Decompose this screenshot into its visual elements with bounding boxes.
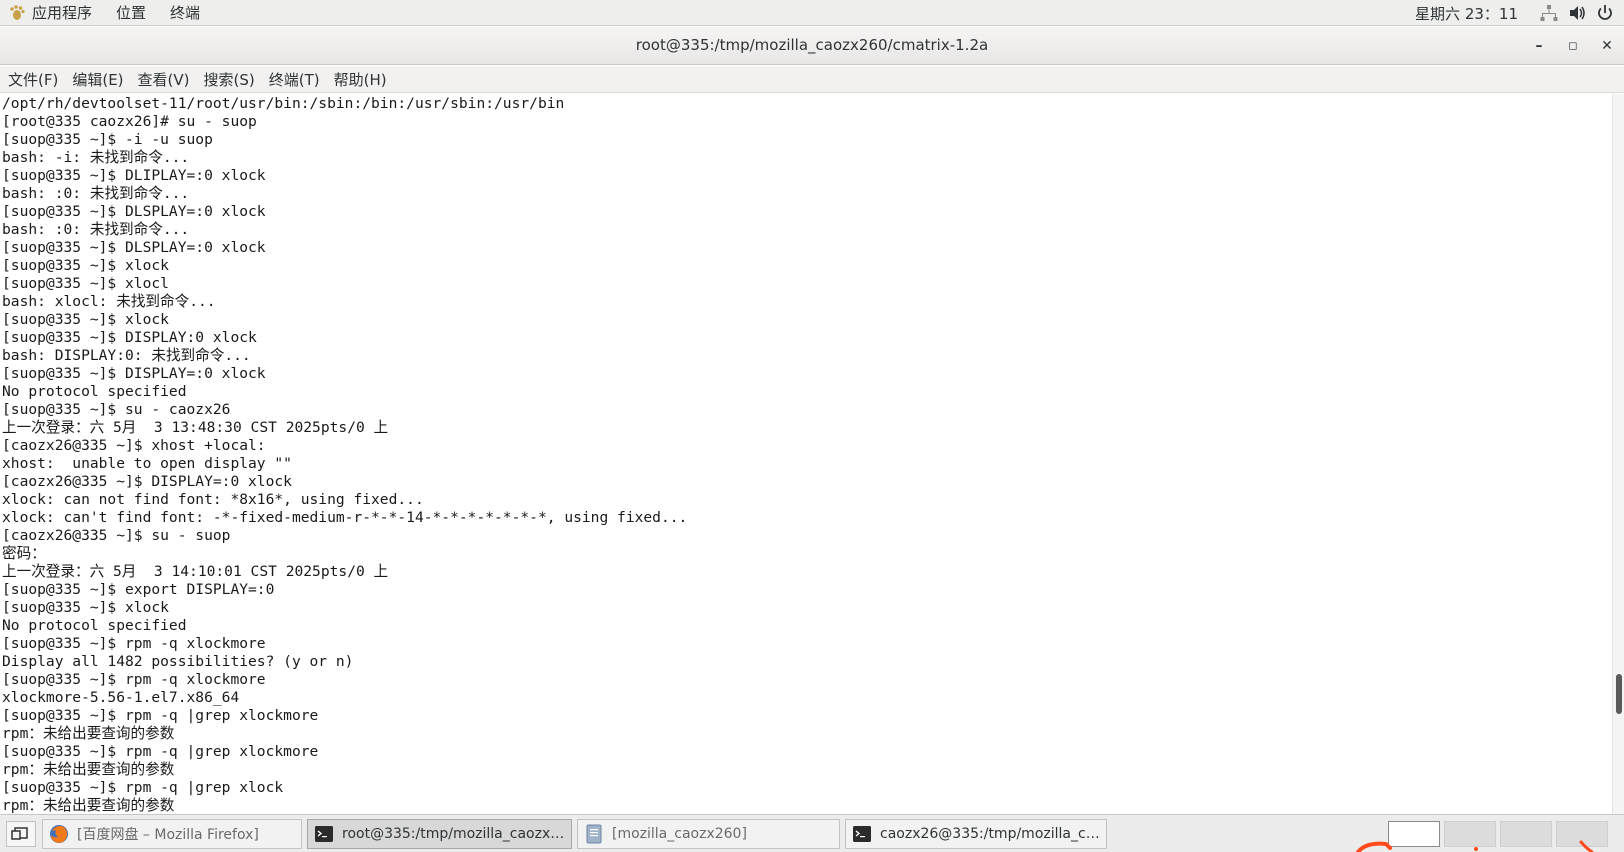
maximize-button[interactable]: ◻ (1562, 35, 1584, 57)
task-terminal-caozx26[interactable]: caozx26@335:/tmp/mozilla_caozx-… (845, 819, 1107, 849)
terminal-line: [suop@335 ~]$ rpm -q |grep xlockmore (2, 743, 319, 760)
terminal-line: No protocol specified (2, 383, 187, 400)
terminal-line: [suop@335 ~]$ xlock (2, 311, 169, 328)
menu-file[interactable]: 文件(F) (8, 69, 58, 90)
terminal-line: xhost: unable to open display "" (2, 455, 292, 472)
top-panel: 应用程序 位置 终端 星期六 23：11 (0, 0, 1624, 26)
task-label: [百度网盘 – Mozilla Firefox] (77, 827, 259, 843)
network-icon[interactable] (1540, 4, 1558, 22)
terminal-line: [suop@335 ~]$ rpm -q xlockmore (2, 635, 266, 652)
terminal-line: 上一次登录：六 5月 3 14:10:01 CST 2025pts/0 上 (2, 563, 389, 580)
task-label: [mozilla_caozx260] (612, 826, 747, 842)
applications-menu[interactable]: 应用程序 (32, 2, 92, 23)
menu-edit[interactable]: 编辑(E) (72, 69, 123, 90)
terminal-line: xlockmore-5.56-1.el7.x86_64 (2, 689, 240, 706)
terminal-line: [suop@335 ~]$ DISPLAY:0 xlock (2, 329, 257, 346)
close-button[interactable]: ✕ (1596, 35, 1618, 57)
terminal-line: 上一次登录：六 5月 3 13:48:30 CST 2025pts/0 上 (2, 419, 389, 436)
terminal-line: rpm：未给出要查询的参数 (2, 797, 175, 814)
terminal-line: bash: :0: 未找到命令... (2, 185, 190, 202)
system-tray: 星期六 23：11 (1415, 0, 1624, 26)
window-title: root@335:/tmp/mozilla_caozx260/cmatrix-1… (635, 36, 989, 54)
terminal-line: bash: xlocl: 未找到命令... (2, 293, 216, 310)
task-file-manager[interactable]: [mozilla_caozx260] (577, 819, 840, 849)
menu-terminal[interactable]: 终端(T) (269, 69, 320, 90)
terminal-line: [suop@335 ~]$ DLIPLAY=:0 xlock (2, 167, 266, 184)
task-firefox[interactable]: [百度网盘 – Mozilla Firefox] (42, 819, 302, 849)
terminal-line: [suop@335 ~]$ rpm -q |grep xlock (2, 779, 284, 796)
terminal-app-menu[interactable]: 终端 (170, 2, 200, 23)
minimize-button[interactable]: – (1528, 35, 1550, 57)
terminal-line: Display all 1482 possibilities? (y or n) (2, 653, 354, 670)
terminal-icon (314, 824, 334, 844)
terminal-output[interactable]: /opt/rh/devtoolset-11/root/usr/bin:/sbin… (0, 94, 1612, 814)
terminal-line: rpm：未给出要查询的参数 (2, 761, 175, 778)
power-icon[interactable] (1596, 4, 1614, 22)
terminal-line: [caozx26@335 ~]$ su - suop (2, 527, 231, 544)
terminal-line: xlock: can't find font: -*-fixed-medium-… (2, 509, 688, 526)
menu-view[interactable]: 查看(V) (138, 69, 190, 90)
terminal-line: [suop@335 ~]$ DISPLAY=:0 xlock (2, 365, 266, 382)
terminal-icon (852, 824, 872, 844)
terminal-line: rpm：未给出要查询的参数 (2, 725, 175, 742)
terminal-line: /opt/rh/devtoolset-11/root/usr/bin:/sbin… (2, 95, 565, 112)
show-desktop-button[interactable] (6, 821, 36, 847)
terminal-line: [suop@335 ~]$ xlock (2, 257, 169, 274)
gnome-foot-icon[interactable] (8, 4, 26, 22)
terminal-line: [caozx26@335 ~]$ xhost +local: (2, 437, 266, 454)
show-desktop-icon (11, 827, 28, 840)
volume-icon[interactable] (1568, 4, 1586, 22)
terminal-line: [suop@335 ~]$ rpm -q |grep xlockmore (2, 707, 319, 724)
terminal-line: [suop@335 ~]$ xlock (2, 599, 169, 616)
terminal-line: [suop@335 ~]$ DLSPLAY=:0 xlock (2, 203, 266, 220)
menu-bar: 文件(F) 编辑(E) 查看(V) 搜索(S) 终端(T) 帮助(H) (0, 66, 1624, 93)
scrollbar-thumb[interactable] (1616, 674, 1622, 714)
terminal-line: [suop@335 ~]$ xlocl (2, 275, 169, 292)
places-menu[interactable]: 位置 (116, 2, 146, 23)
menu-search[interactable]: 搜索(S) (204, 69, 255, 90)
terminal-line: [root@335 caozx26]# su - suop (2, 113, 257, 130)
task-label: caozx26@335:/tmp/mozilla_caozx-… (880, 826, 1106, 842)
terminal-line: 密码： (2, 545, 46, 562)
task-terminal-root[interactable]: root@335:/tmp/mozilla_caozx260/… (307, 819, 572, 849)
terminal-line: [suop@335 ~]$ su - caozx26 (2, 401, 231, 418)
annotation-scribble (1356, 840, 1594, 852)
terminal-line: [suop@335 ~]$ DLSPLAY=:0 xlock (2, 239, 266, 256)
terminal-line: [suop@335 ~]$ rpm -q xlockmore (2, 671, 266, 688)
terminal-line: xlock: can not find font: *8x16*, using … (2, 491, 424, 508)
terminal-line: No protocol specified (2, 617, 187, 634)
terminal-line: bash: DISPLAY:0: 未找到命令... (2, 347, 251, 364)
terminal-line: bash: :0: 未找到命令... (2, 221, 190, 238)
terminal-line: bash: -i: 未找到命令... (2, 149, 190, 166)
clock[interactable]: 星期六 23：11 (1415, 3, 1518, 24)
firefox-icon (49, 824, 69, 844)
terminal-line: [caozx26@335 ~]$ DISPLAY=:0 xlock (2, 473, 292, 490)
folder-icon (584, 824, 604, 844)
terminal-scrollbar[interactable] (1612, 94, 1624, 814)
terminal-line: [suop@335 ~]$ -i -u suop (2, 131, 213, 148)
menu-help[interactable]: 帮助(H) (334, 69, 387, 90)
terminal-line: [suop@335 ~]$ export DISPLAY=:0 (2, 581, 275, 598)
window-titlebar[interactable]: root@335:/tmp/mozilla_caozx260/cmatrix-1… (0, 27, 1624, 65)
task-label: root@335:/tmp/mozilla_caozx260/… (342, 826, 571, 842)
